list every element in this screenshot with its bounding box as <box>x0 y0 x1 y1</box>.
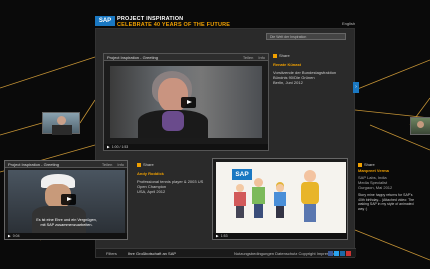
speaker-scarf <box>162 111 184 131</box>
main-speaker-description: Vorsitzende der Bundestagsfraktion Bündn… <box>273 70 337 80</box>
left-video-title: Project Inspiration - Greeting <box>8 161 59 167</box>
youtube-icon[interactable] <box>346 251 351 256</box>
controls-play-icon[interactable]: ▶ <box>107 145 110 149</box>
cartoon-figure-3-legs <box>276 206 284 218</box>
card-manpreet-line-4: Story mine happy returns for SAP's 40th … <box>358 193 415 211</box>
stage: SAP PROJECT INSPIRATION CELEBRATE 40 YEA… <box>0 0 430 269</box>
cartoon-figure-4-body <box>301 182 319 204</box>
card-andy-share[interactable]: Share <box>137 162 209 167</box>
card-andy-location: USA, April 2012 <box>137 189 166 194</box>
main-video-frame[interactable] <box>110 66 262 138</box>
left-video-controls[interactable]: ▶ 0:04 <box>5 233 127 239</box>
footer-filters-link[interactable]: Filters <box>106 249 117 258</box>
twitter-icon[interactable] <box>334 251 339 256</box>
left-video-share-button[interactable]: Teilen <box>102 162 112 167</box>
thumbnail-face <box>57 116 66 125</box>
left-video-caption-2: mit SAP zusammenzuarbeiten. <box>40 223 93 227</box>
footer-links[interactable]: Nutzungsbedingungen Datenschutz Copyrigh… <box>234 249 337 258</box>
cartoon-figure-2-body <box>252 187 265 204</box>
main-video-play-icon[interactable] <box>181 97 196 108</box>
main-video-time: 1:00 <box>111 145 119 149</box>
main-video-player[interactable]: Project Inspiration - Greeting Teilen In… <box>103 53 269 151</box>
cartoon-sap-logo: SAP <box>232 169 252 180</box>
facebook-icon[interactable] <box>328 251 333 256</box>
thumbnail-suit <box>52 125 72 135</box>
share-icon <box>137 162 141 167</box>
cartoon-figure-1-body <box>234 192 246 206</box>
main-speaker-info: Share Renate Künast Vorsitzende der Bund… <box>273 53 351 85</box>
left-video-caption-1: Es ist eine Ehre und ein Vergnügen, <box>36 218 97 222</box>
cartoon-video-time: 1:53 <box>220 234 228 238</box>
share-icon <box>273 53 277 58</box>
linkedin-icon[interactable] <box>340 251 345 256</box>
cartoon-figure-1-legs <box>236 206 244 218</box>
cartoon-figure-4-legs <box>304 204 316 222</box>
main-video-info-button[interactable]: Info <box>258 55 265 60</box>
footer: Filters Ihre Großbotschaft an SAP Nutzun… <box>96 248 356 257</box>
left-video-play-icon[interactable] <box>61 194 76 205</box>
main-speaker-name: Renate Künast <box>273 62 302 67</box>
card-manpreet-name: Manpreet Verma <box>358 168 389 173</box>
main-video-titlebar: Project Inspiration - Greeting Teilen In… <box>104 54 268 61</box>
left-controls-play-icon[interactable]: ▶ <box>8 234 11 238</box>
thumbnail-right[interactable] <box>410 117 430 135</box>
main-video-duration: 1:53 <box>121 145 129 149</box>
share-icon <box>358 162 362 167</box>
search-input[interactable]: Die Welt der Inspiration <box>266 33 346 40</box>
card-manpreet-line-3: Gurgaon, Mai 2012 <box>358 185 393 190</box>
main-video-title: Project Inspiration - Greeting <box>107 54 158 60</box>
cartoon-video-frame[interactable]: SAP <box>216 162 346 234</box>
sap-logo[interactable]: SAP <box>95 16 115 26</box>
left-video-info-button[interactable]: Info <box>117 162 124 167</box>
main-video-share-button[interactable]: Teilen <box>243 55 253 60</box>
language-link[interactable]: English <box>342 21 355 26</box>
cartoon-video-player[interactable]: SAP ▶ 1:53 <box>212 158 348 240</box>
card-manpreet[interactable]: Share Manpreet Verma SAP Labs, India Med… <box>358 162 420 211</box>
card-andy-name: Andy Roddick <box>137 171 164 176</box>
next-arrow-icon[interactable]: › <box>353 82 359 93</box>
cartoon-figure-3 <box>276 184 284 192</box>
main-video-controls[interactable]: ▶ 1:00 / 1:53 <box>104 144 268 150</box>
footer-partner-text[interactable]: Ihre Großbotschaft an SAP <box>128 249 176 258</box>
cartoon-controls-play-icon[interactable]: ▶ <box>216 234 219 238</box>
card-manpreet-share[interactable]: Share <box>358 162 420 167</box>
social-icons <box>328 251 351 256</box>
cartoon-figure-3-body <box>274 192 286 206</box>
left-video-player[interactable]: Project Inspiration - Greeting Teilen In… <box>4 160 128 240</box>
left-video-time: 0:04 <box>12 234 20 238</box>
thumbnail-right-face <box>417 121 424 128</box>
card-andy[interactable]: Share Andy Roddick Professional tennis p… <box>137 162 209 194</box>
main-speaker-location: Berlin, Juni 2012 <box>273 80 303 85</box>
cartoon-figure-2-legs <box>254 204 263 218</box>
cartoon-video-controls[interactable]: ▶ 1:53 <box>213 233 347 239</box>
cartoon-figure-1 <box>236 184 244 192</box>
card-andy-description: Professional tennis player & 2003 US Ope… <box>137 179 204 189</box>
left-video-titlebar: Project Inspiration - Greeting Teilen In… <box>5 161 127 168</box>
thumbnail-man[interactable] <box>42 112 80 135</box>
cartoon-figure-2 <box>254 178 263 187</box>
main-share-link[interactable]: Share <box>273 53 351 58</box>
cartoon-figure-4 <box>304 170 316 182</box>
left-video-frame[interactable]: Es ist eine Ehre und ein Vergnügen, mit … <box>8 170 125 235</box>
